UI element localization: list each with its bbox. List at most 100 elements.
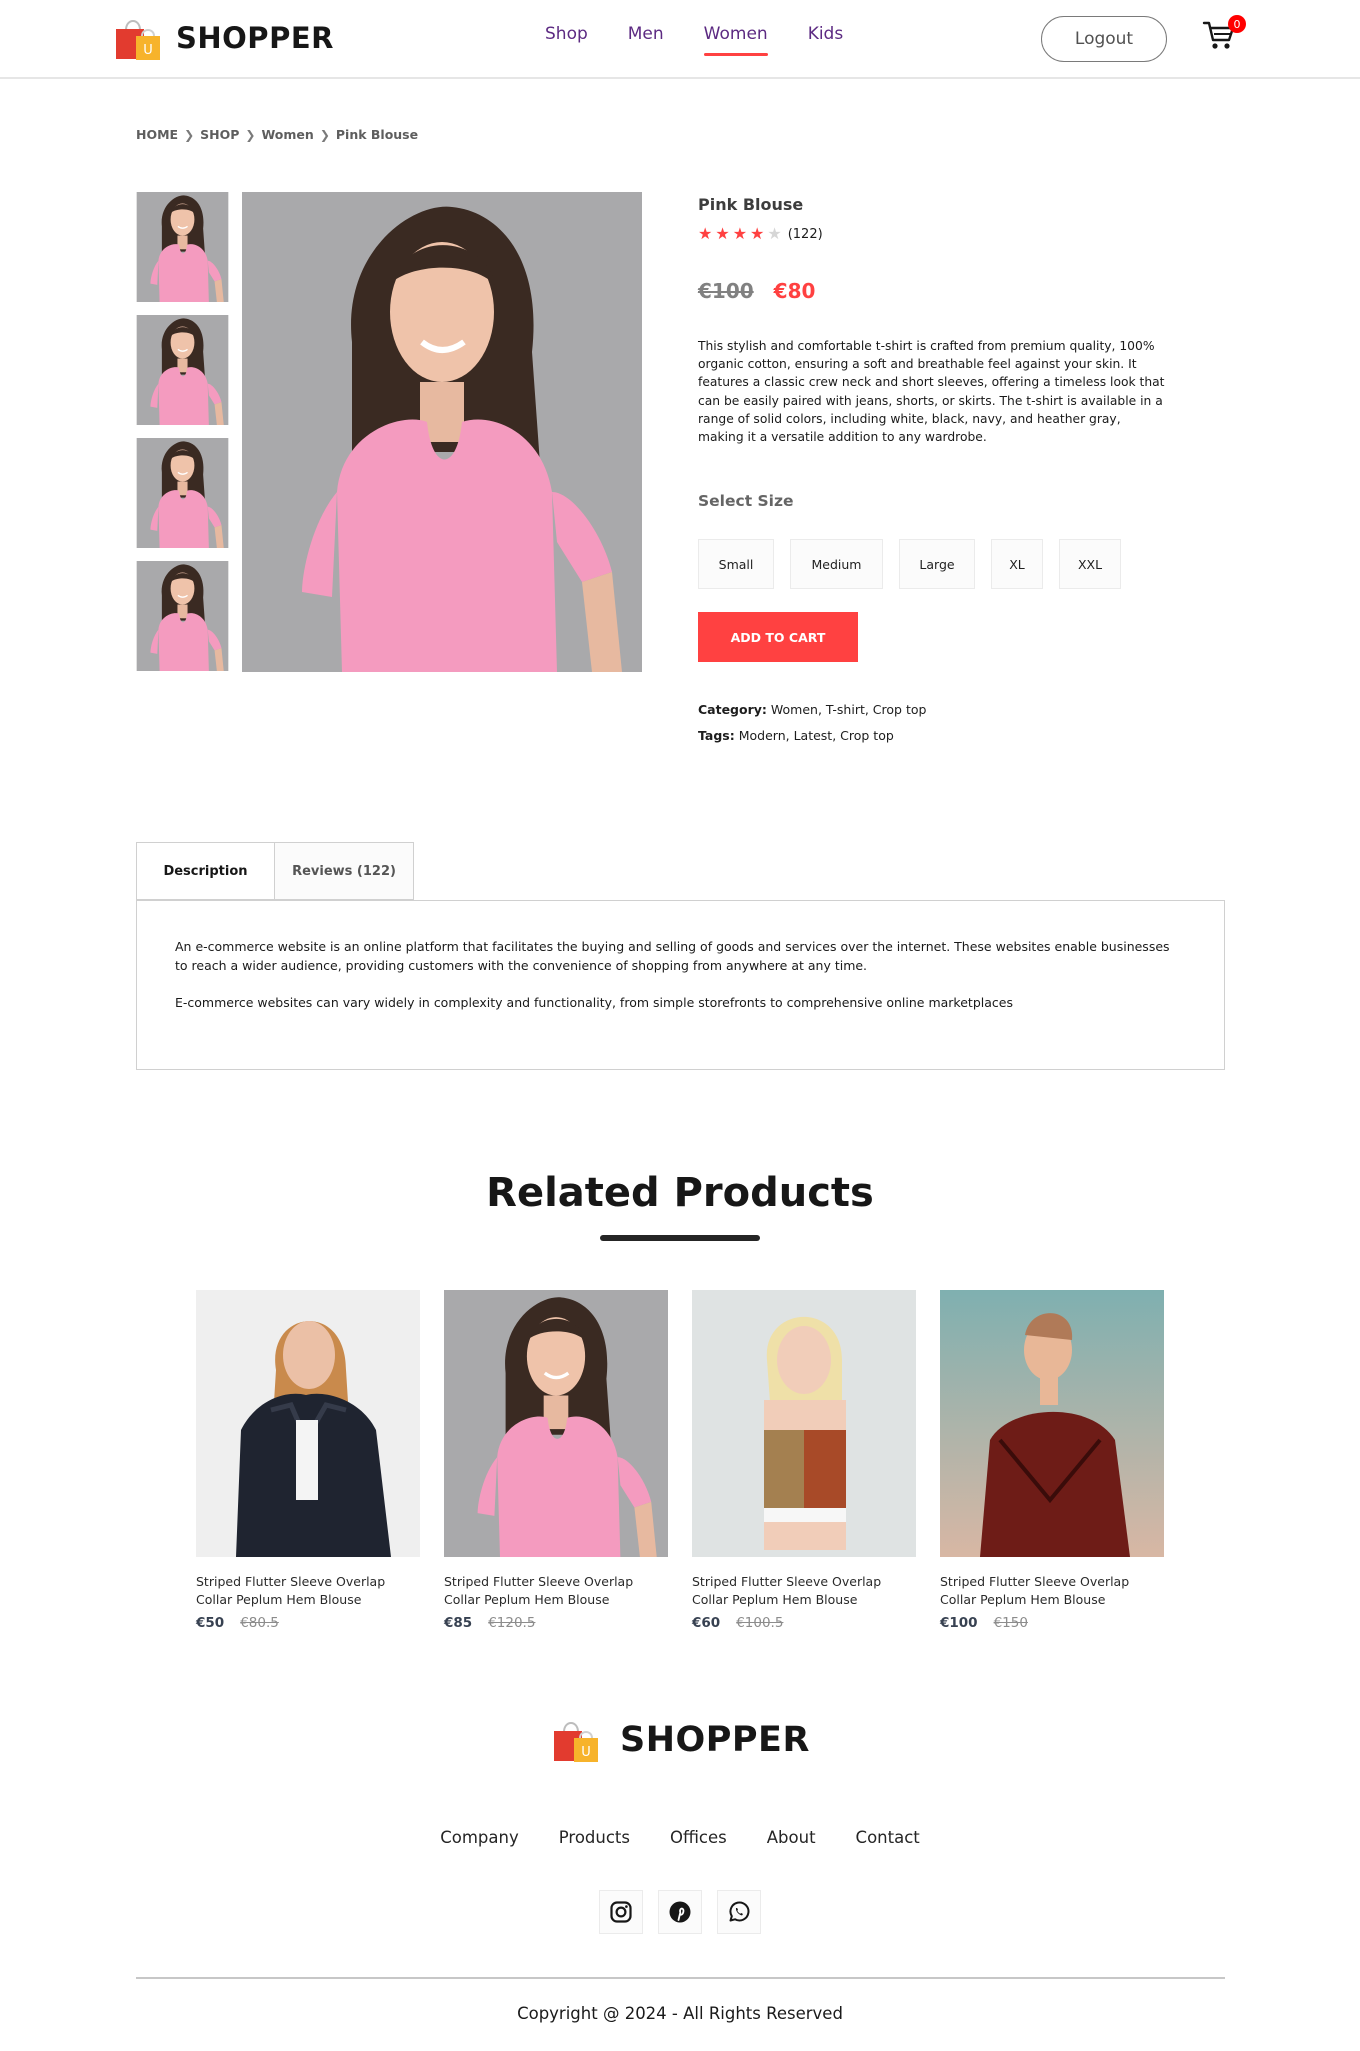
product-thumbnail[interactable] (136, 438, 229, 548)
related-products-list: Striped Flutter Sleeve Overlap Collar Pe… (196, 1290, 1164, 1631)
related-products-title: Related Products (486, 1170, 874, 1216)
product-thumbnail-image (136, 438, 229, 548)
nav-item-men[interactable]: Men (608, 24, 684, 44)
copyright-text: Copyright @ 2024 - All Rights Reserved (517, 2004, 843, 2023)
product-card[interactable]: Striped Flutter Sleeve Overlap Collar Pe… (940, 1290, 1164, 1631)
footer-logo[interactable]: U SHOPPER (552, 1716, 810, 1764)
instagram-icon (610, 1901, 632, 1923)
star-empty-icon: ★ (767, 224, 782, 243)
chevron-right-icon: ❯ (319, 127, 330, 142)
tags-value: Modern, Latest, Crop top (734, 728, 894, 743)
tab-reviews[interactable]: Reviews (122) (275, 842, 414, 900)
product-card-image[interactable] (940, 1290, 1164, 1557)
size-option-medium[interactable]: Medium (790, 539, 883, 589)
tags-label: Tags: (698, 728, 735, 743)
category-label: Category: (698, 702, 767, 717)
pinterest-button[interactable] (658, 1890, 702, 1934)
product-category: Category: Women, T-shirt, Crop top (698, 702, 926, 717)
product-thumbnail-image (136, 192, 229, 302)
product-card-prices: €60 €100.5 (692, 1615, 916, 1631)
product-thumbnails (136, 192, 229, 684)
add-to-cart-button[interactable]: ADD TO CART (698, 612, 858, 662)
product-card-prices: €85 €120.5 (444, 1615, 668, 1631)
product-card-name[interactable]: Striped Flutter Sleeve Overlap Collar Pe… (444, 1573, 668, 1609)
size-option-large[interactable]: Large (899, 539, 975, 589)
title-underline (600, 1235, 760, 1241)
product-tags: Tags: Modern, Latest, Crop top (698, 728, 894, 743)
size-option-small[interactable]: Small (698, 539, 774, 589)
tab-description[interactable]: Description (136, 842, 275, 900)
nav-item-shop[interactable]: Shop (545, 24, 608, 44)
brand-logo[interactable]: U SHOPPER (114, 14, 334, 62)
select-size-label: Select Size (698, 492, 794, 510)
size-option-xl[interactable]: XL (991, 539, 1043, 589)
footer-brand-name: SHOPPER (620, 1720, 810, 1760)
shopping-bag-logo-icon: U (554, 1722, 598, 1762)
description-paragraph: An e-commerce website is an online platf… (175, 939, 1170, 973)
product-photo (196, 1290, 420, 1557)
breadcrumb-home[interactable]: HOME (136, 127, 178, 142)
product-card-name[interactable]: Striped Flutter Sleeve Overlap Collar Pe… (196, 1573, 420, 1609)
star-icon: ★ (715, 224, 730, 243)
breadcrumb-category[interactable]: Women (261, 127, 313, 142)
nav-item-kids[interactable]: Kids (788, 24, 864, 44)
footer-link-company[interactable]: Company (440, 1828, 519, 1847)
new-price: €80 (773, 279, 816, 303)
product-card-image[interactable] (692, 1290, 916, 1557)
logout-button[interactable]: Logout (1041, 16, 1167, 62)
rating-count: (122) (787, 226, 823, 242)
whatsapp-icon (729, 1901, 750, 1922)
product-card-name[interactable]: Striped Flutter Sleeve Overlap Collar Pe… (940, 1573, 1164, 1609)
chevron-right-icon: ❯ (245, 127, 256, 142)
product-card-image[interactable] (444, 1290, 668, 1557)
product-thumbnail[interactable] (136, 315, 229, 425)
product-card-old-price: €100.5 (736, 1615, 784, 1631)
social-links (599, 1890, 761, 1934)
product-card-prices: €50 €80.5 (196, 1615, 420, 1631)
size-option-xxl[interactable]: XXL (1059, 539, 1121, 589)
footer-divider (136, 1977, 1225, 1979)
description-panel: An e-commerce website is an online platf… (136, 900, 1225, 1070)
product-rating: ★ ★ ★ ★ ★ (122) (698, 226, 823, 242)
star-icon: ★ (750, 224, 765, 243)
brand-name: SHOPPER (176, 21, 334, 55)
product-card-new-price: €50 (196, 1615, 225, 1631)
nav-item-women[interactable]: Women (684, 24, 788, 56)
cart-button[interactable]: 0 (1202, 15, 1246, 54)
star-icon: ★ (698, 224, 713, 243)
product-thumbnail[interactable] (136, 192, 229, 302)
product-card-image[interactable] (196, 1290, 420, 1557)
pinterest-icon (669, 1901, 691, 1923)
product-thumbnail-image (136, 315, 229, 425)
product-card[interactable]: Striped Flutter Sleeve Overlap Collar Pe… (196, 1290, 420, 1631)
product-description: This stylish and comfortable t-shirt is … (698, 339, 1165, 445)
whatsapp-button[interactable] (717, 1890, 761, 1934)
product-thumbnail-image (136, 561, 229, 671)
cart-count-badge: 0 (1228, 15, 1246, 33)
instagram-button[interactable] (599, 1890, 643, 1934)
product-photo (692, 1290, 916, 1557)
breadcrumb-shop[interactable]: SHOP (200, 127, 239, 142)
product-main-image (242, 192, 642, 672)
description-tabs: Description Reviews (122) (136, 842, 414, 900)
size-options: Small Medium Large XL XXL (698, 539, 1121, 589)
svg-text:U: U (581, 1745, 591, 1760)
product-card[interactable]: Striped Flutter Sleeve Overlap Collar Pe… (692, 1290, 916, 1631)
product-card[interactable]: Striped Flutter Sleeve Overlap Collar Pe… (444, 1290, 668, 1631)
footer-link-offices[interactable]: Offices (670, 1828, 727, 1847)
breadcrumb-product: Pink Blouse (335, 127, 419, 142)
product-thumbnail[interactable] (136, 561, 229, 671)
footer-link-products[interactable]: Products (559, 1828, 630, 1847)
navbar: U SHOPPER Shop Men Women Kids Logout 0 (0, 0, 1360, 79)
description-paragraph: E-commerce websites can vary widely in c… (175, 995, 1013, 1010)
chevron-right-icon: ❯ (184, 127, 195, 142)
product-card-new-price: €100 (940, 1615, 978, 1631)
product-photo (242, 192, 642, 672)
product-photo (940, 1290, 1164, 1557)
footer-link-about[interactable]: About (767, 1828, 816, 1847)
product-card-new-price: €85 (444, 1615, 473, 1631)
footer-link-contact[interactable]: Contact (856, 1828, 920, 1847)
product-card-old-price: €80.5 (240, 1615, 279, 1631)
product-card-name[interactable]: Striped Flutter Sleeve Overlap Collar Pe… (692, 1573, 916, 1609)
category-value: Women, T-shirt, Crop top (766, 702, 927, 717)
